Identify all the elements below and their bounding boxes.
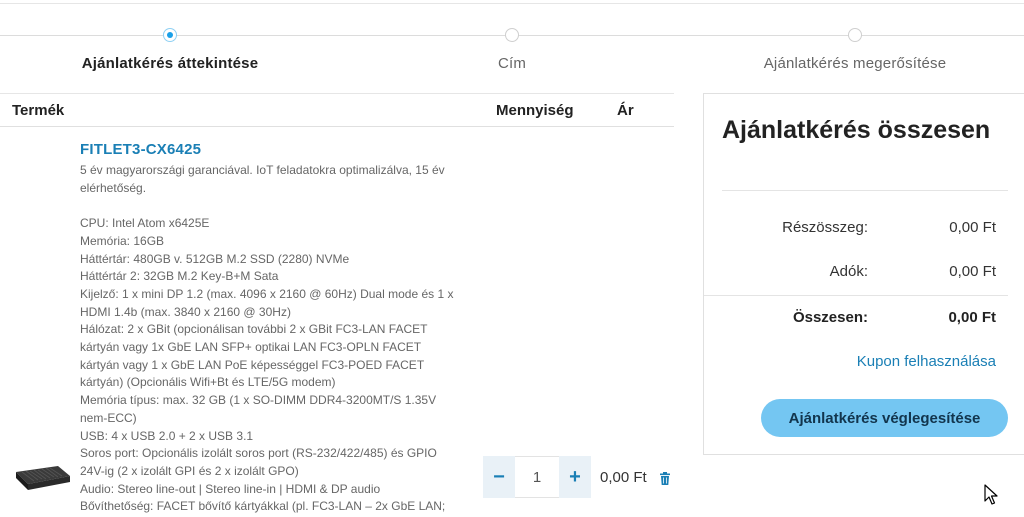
spec-line: Memória: 16GB: [80, 233, 165, 248]
summary-title: Ajánlatkérés összesen: [722, 116, 991, 144]
spec-line: Háttértár: 480GB v. 512GB M.2 SSD (2280)…: [80, 251, 350, 266]
spec-line: USB: 4 x USB 2.0 + 2 x USB 3.1: [80, 428, 254, 443]
step-dot-active: [163, 28, 177, 42]
summary-divider: [704, 295, 1008, 296]
checkout-progress: Ajánlatkérés áttekintése Cím Ajánlatkéré…: [0, 26, 1024, 76]
step-label: Cím: [497, 55, 527, 72]
quantity-input[interactable]: 1: [515, 456, 559, 498]
product-description: 5 év magyarországi garanciával. IoT fela…: [80, 162, 480, 516]
total-value: 0,00 Ft: [948, 309, 996, 326]
quantity-stepper: − 1 +: [483, 456, 591, 498]
spec-line: kártyán vagy 1x GbE LAN SFP+ optikai LAN…: [80, 340, 422, 355]
desc-line: elérhetőség.: [80, 180, 147, 195]
spec-line: Memória típus: max. 32 GB (1 x SO-DIMM D…: [80, 393, 437, 408]
spec-line: kártyán vagy 1 x GbE LAN PoE képességgel…: [80, 357, 425, 372]
step-label: Ajánlatkérés áttekintése: [81, 55, 259, 72]
spec-line: Soros port: Opcionális izolált soros por…: [80, 446, 437, 461]
spec-line: 24V-ig (2 x izolált GPI és 2 x izolált G…: [80, 463, 299, 478]
spec-line: Bővíthetőség: FACET bővítő kártyákkal (p…: [80, 499, 446, 514]
header-price: Ár: [617, 102, 634, 119]
spec-line: Hálózat: 2 x GBit (opcionálisan további …: [80, 322, 428, 337]
cart-header: Termék Mennyiség Ár: [0, 93, 674, 127]
summary-divider: [722, 190, 1008, 191]
quantity-decrease-button[interactable]: −: [483, 456, 515, 498]
step-dot: [848, 28, 862, 42]
spec-line: Audio: Stereo line-out | Stereo line-in …: [80, 481, 381, 496]
total-label: Összesen:: [792, 309, 868, 326]
product-title-link[interactable]: FITLET3-CX6425: [80, 141, 201, 158]
step-dot: [505, 28, 519, 42]
order-summary-box: Ajánlatkérés összesen Részösszeg: 0,00 F…: [703, 93, 1024, 455]
cart-item-row: FITLET3-CX6425 5 év magyarországi garanc…: [0, 127, 674, 517]
top-divider: [0, 0, 1024, 4]
spec-line: Háttértár 2: 32GB M.2 Key-B+M Sata: [80, 269, 279, 284]
spec-line: Kijelző: 1 x mini DP 1.2 (max. 4096 x 21…: [80, 286, 454, 301]
product-thumbnail[interactable]: [12, 458, 72, 494]
tax-value: 0,00 Ft: [949, 263, 996, 280]
tax-label: Adók:: [829, 263, 868, 280]
subtotal-value: 0,00 Ft: [949, 219, 996, 236]
step-label: Ajánlatkérés megerősítése: [763, 55, 947, 72]
spec-line: nem-ECC): [80, 410, 137, 425]
mouse-cursor-icon: [984, 484, 998, 505]
step-review[interactable]: Ajánlatkérés áttekintése: [0, 26, 340, 72]
spec-line: HDMI 1.4b (max. 3840 x 2160 @ 30Hz): [80, 304, 291, 319]
spec-line: kártyán) (Opcionális Wifi+Bt és LTE/5G m…: [80, 375, 336, 390]
header-product: Termék: [12, 102, 65, 119]
quantity-increase-button[interactable]: +: [559, 456, 591, 498]
step-confirm[interactable]: Ajánlatkérés megerősítése: [685, 26, 1024, 72]
item-price: 0,00 Ft: [600, 469, 647, 486]
trash-icon[interactable]: [659, 472, 671, 485]
coupon-link[interactable]: Kupon felhasználása: [857, 353, 996, 370]
header-quantity: Mennyiség: [496, 102, 574, 119]
cart-table: Termék Mennyiség Ár FITLET3-CX6425 5 év …: [0, 93, 674, 517]
step-address[interactable]: Cím: [342, 26, 682, 72]
subtotal-label: Részösszeg:: [782, 219, 868, 236]
desc-line: 5 év magyarországi garanciával. IoT fela…: [80, 163, 445, 177]
finalize-quote-button[interactable]: Ajánlatkérés véglegesítése: [761, 399, 1008, 437]
spec-line: CPU: Intel Atom x6425E: [80, 216, 210, 231]
